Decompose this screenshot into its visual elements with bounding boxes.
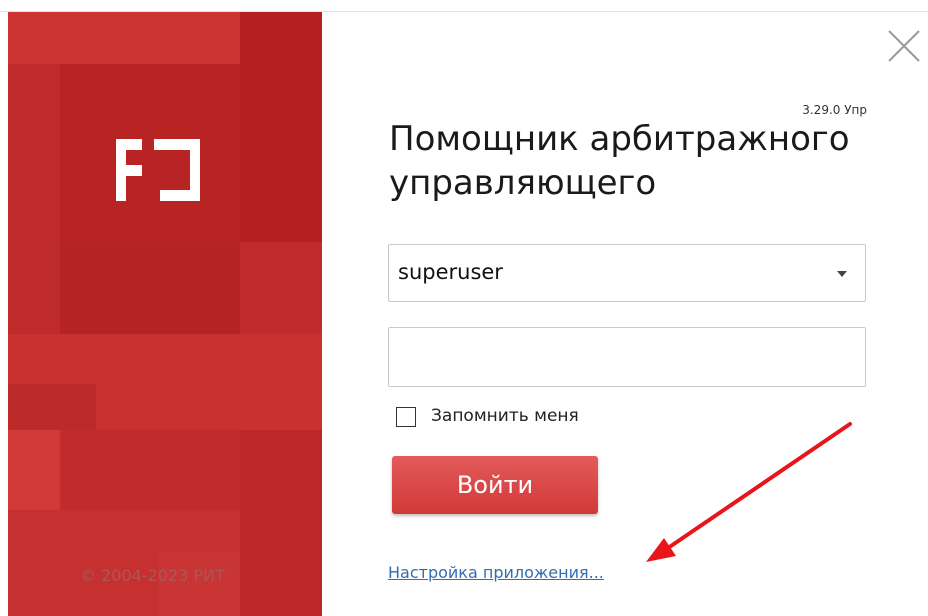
app-logo-icon [116,139,200,201]
close-icon[interactable] [886,28,922,64]
remember-me-label[interactable]: Запомнить меня [431,406,579,426]
remember-me-checkbox[interactable] [396,407,416,427]
tile [240,242,322,334]
copyright-text: © 2004-2023 РИТ [80,566,225,585]
tile [240,12,322,242]
tile [240,430,322,616]
tile [8,384,96,430]
version-label: 3.29.0 Упр [802,103,867,117]
tile [60,430,240,510]
login-button[interactable]: Войти [392,456,598,514]
tile [60,242,240,334]
username-select[interactable]: superuser [388,244,866,302]
username-value: superuser [398,260,503,284]
app-settings-link[interactable]: Настройка приложения... [388,563,604,582]
tile [8,12,240,64]
chevron-down-icon[interactable] [837,271,847,277]
password-field[interactable] [388,327,866,387]
sidebar-brand-panel: © 2004-2023 РИТ [8,12,322,616]
tile [8,430,60,510]
app-title: Помощник арбитражного управляющего [389,119,850,203]
